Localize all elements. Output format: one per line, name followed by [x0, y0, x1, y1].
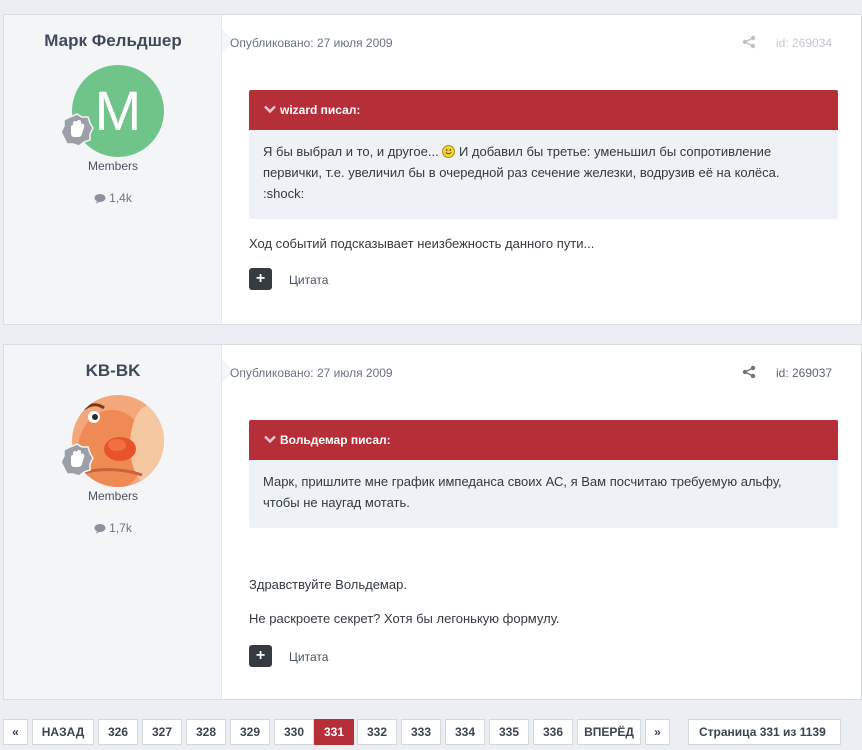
- quote-text: И добавил бы третье: уменьшил бы сопроти…: [458, 144, 772, 159]
- quote-button[interactable]: Цитата: [289, 273, 328, 287]
- quote-line: первички, т.е. увеличил бы в очередной р…: [263, 165, 780, 180]
- plus-icon: +: [255, 270, 266, 287]
- multiquote-button[interactable]: +: [249, 268, 272, 290]
- post-paragraph: Ход событий подсказывает неизбежность да…: [249, 236, 595, 251]
- page-link[interactable]: 336: [533, 719, 573, 745]
- quote-line: :shock:: [263, 186, 305, 201]
- quote-author: Вольдемар писал:: [280, 433, 391, 447]
- post-count: 1,7k: [4, 521, 222, 535]
- page-link[interactable]: 334: [445, 719, 485, 745]
- page-link[interactable]: 328: [186, 719, 226, 745]
- quote-line: Марк, пришлите мне график импеданса свои…: [263, 474, 782, 489]
- chevron-down-icon: [264, 435, 276, 444]
- quote-body: Марк, пришлите мне график импеданса свои…: [249, 460, 838, 513]
- member-group: Members: [87, 159, 138, 173]
- author-panel: Марк Фельдшер M Members 1,4k: [4, 15, 222, 324]
- post-date[interactable]: Опубликовано: 27 июля 2009: [230, 36, 393, 50]
- quote-block: wizard писал: Я бы выбрал и то, и другое…: [249, 90, 838, 219]
- quote-block: Вольдемар писал: Марк, пришлите мне граф…: [249, 420, 838, 528]
- page-link[interactable]: 333: [401, 719, 441, 745]
- author-panel: KB-BK Members 1,7k: [4, 345, 222, 699]
- share-icon[interactable]: [742, 365, 756, 379]
- quote-text: Я бы выбрал и то, и другое...: [263, 144, 439, 159]
- page-link[interactable]: 329: [230, 719, 270, 745]
- quote-author: wizard писал:: [280, 103, 361, 117]
- post-count-value: 1,7k: [109, 521, 132, 535]
- post-date[interactable]: Опубликовано: 27 июля 2009: [230, 366, 393, 380]
- page-link[interactable]: 335: [489, 719, 529, 745]
- quote-header[interactable]: wizard писал:: [249, 90, 838, 130]
- page-jump-label: Страница 331 из 1139: [699, 725, 826, 739]
- quote-header[interactable]: Вольдемар писал:: [249, 420, 838, 460]
- quote-button[interactable]: Цитата: [289, 650, 328, 664]
- member-group: Members: [87, 489, 138, 503]
- author-name[interactable]: KB-BK: [4, 361, 222, 381]
- next-page-button[interactable]: ВПЕРЁД: [577, 719, 641, 745]
- page-jump-dropdown[interactable]: Страница 331 из 1139: [688, 719, 841, 745]
- rank-badge-icon: [60, 443, 94, 477]
- post-id[interactable]: id: 269037: [776, 366, 832, 380]
- post-count: 1,4k: [4, 191, 222, 205]
- page-link[interactable]: 327: [142, 719, 182, 745]
- chevron-down-icon: [264, 105, 276, 114]
- post: Марк Фельдшер M Members 1,4k Опубликован…: [3, 14, 862, 325]
- comment-icon: [94, 524, 106, 534]
- plus-icon: +: [255, 647, 266, 664]
- prev-page-button[interactable]: НАЗАД: [32, 719, 94, 745]
- quote-line: чтобы не наугад мотать.: [263, 495, 410, 510]
- rank-badge-icon: [60, 113, 94, 147]
- current-page[interactable]: 331: [314, 719, 354, 745]
- last-page-button[interactable]: »: [645, 719, 670, 745]
- page-link[interactable]: 332: [357, 719, 397, 745]
- post: KB-BK Members 1,7k Опубликовано: 27 июля…: [3, 344, 862, 700]
- author-name[interactable]: Марк Фельдшер: [4, 31, 222, 51]
- page-link[interactable]: 326: [98, 719, 138, 745]
- first-page-button[interactable]: «: [3, 719, 28, 745]
- post-id[interactable]: id: 269034: [776, 36, 832, 50]
- multiquote-button[interactable]: +: [249, 645, 272, 667]
- post-paragraph: Здравствуйте Вольдемар.: [249, 577, 407, 592]
- quote-line: Я бы выбрал и то, и другое... И добавил …: [263, 141, 824, 162]
- comment-icon: [94, 194, 106, 204]
- quote-body: Я бы выбрал и то, и другое... И добавил …: [249, 130, 838, 204]
- post-count-value: 1,4k: [109, 191, 132, 205]
- share-icon[interactable]: [742, 35, 756, 49]
- page-link[interactable]: 330: [274, 719, 314, 745]
- post-paragraph: Не раскроете секрет? Хотя бы легонькую ф…: [249, 611, 560, 626]
- smiley-icon: [442, 145, 456, 158]
